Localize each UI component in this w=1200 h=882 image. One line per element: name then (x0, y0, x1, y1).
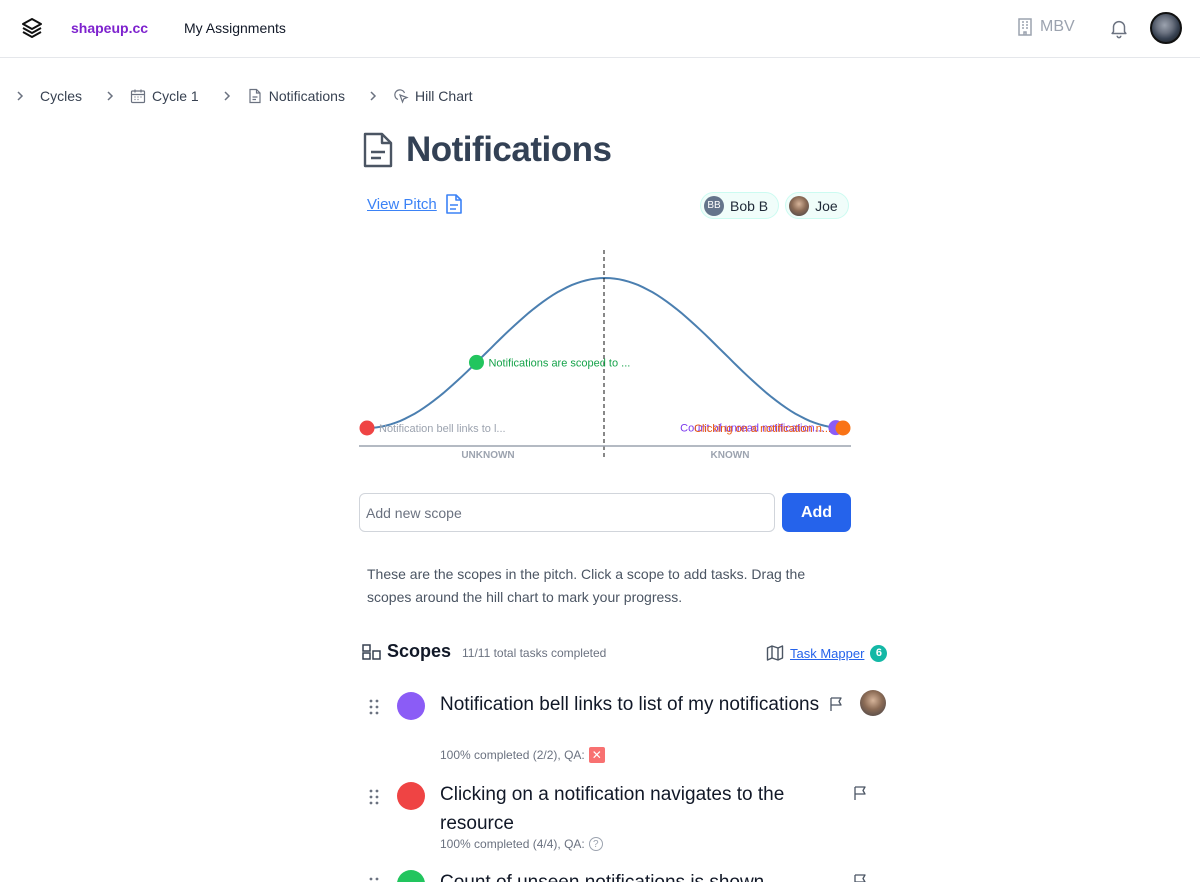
brand-link[interactable]: shapeup.cc (71, 20, 148, 36)
layers-logo-icon[interactable] (20, 16, 44, 40)
chevron-right-icon (107, 91, 114, 101)
document-icon[interactable] (445, 193, 463, 215)
document-icon (363, 132, 393, 168)
scope-item[interactable]: Count of unseen notifications is shown a… (368, 868, 888, 882)
chevron-right-icon (224, 91, 230, 101)
scope-meta: 100% completed (4/4), QA: ? (440, 837, 603, 851)
scope-name[interactable]: Count of unseen notifications is shown a… (440, 868, 820, 882)
assignees: BB Bob B Joe (700, 192, 849, 219)
scope-owner-avatar[interactable] (860, 690, 886, 716)
avatar: BB (704, 195, 724, 216)
drag-handle-icon[interactable] (368, 698, 380, 716)
view-pitch-label[interactable]: View Pitch (367, 196, 437, 213)
scope-name[interactable]: Clicking on a notification navigates to … (440, 780, 820, 838)
assignee-name: Joe (815, 197, 838, 214)
scope-color-dot (397, 782, 425, 810)
hill-scope-point[interactable] (835, 420, 851, 436)
scopes-subtitle: 11/11 total tasks completed (462, 646, 607, 660)
help-text: These are the scopes in the pitch. Click… (367, 566, 806, 605)
hill-scope-label: Notification bell links to l... (379, 423, 506, 435)
new-scope-input[interactable] (359, 493, 775, 532)
hill-scope-point[interactable] (468, 354, 484, 370)
assignee-chip[interactable]: BB Bob B (700, 192, 780, 219)
task-mapper-label[interactable]: Task Mapper (790, 646, 864, 661)
scope-meta: 100% completed (2/2), QA: ✕ (440, 747, 605, 763)
user-avatar[interactable] (1150, 12, 1182, 44)
task-mapper-count-badge: 6 (870, 644, 888, 662)
flag-icon[interactable] (852, 873, 868, 882)
drag-handle-icon[interactable] (368, 788, 380, 806)
chevron-right-icon (370, 91, 377, 101)
breadcrumb-hill-chart[interactable]: Hill Chart (393, 88, 473, 104)
org-label: MBV (1040, 18, 1075, 35)
qa-unknown-icon[interactable]: ? (588, 837, 603, 851)
scope-color-dot (397, 692, 425, 720)
assignee-name: Bob B (730, 197, 769, 214)
avatar (789, 195, 810, 216)
scope-name[interactable]: Notification bell links to list of my no… (440, 690, 820, 719)
breadcrumb: Cycles Cycle 1 Notifications Hill Chart (14, 88, 495, 104)
scope-progress-text: 100% completed (4/4), QA: (440, 837, 585, 851)
unknown-label: UNKNOWN (461, 450, 514, 461)
drag-handle-icon[interactable] (368, 876, 380, 882)
view-pitch-link[interactable]: View Pitch (367, 193, 463, 215)
document-icon (249, 88, 261, 104)
scope-color-dot (397, 870, 425, 882)
page-header: Notifications (362, 130, 612, 170)
scope-progress-text: 100% completed (2/2), QA: (440, 748, 585, 762)
bell-icon[interactable] (1108, 17, 1130, 39)
breadcrumb-cycles[interactable]: Cycles (40, 88, 82, 104)
building-icon (1018, 18, 1032, 36)
hill-chart[interactable]: UNKNOWN KNOWN Notification bell links to… (355, 245, 855, 465)
hill-scope-point[interactable] (359, 420, 375, 436)
assignee-chip[interactable]: Joe (785, 192, 849, 219)
add-scope-button[interactable]: Add (782, 493, 851, 532)
flag-icon[interactable] (852, 785, 868, 801)
hill-curve (366, 276, 844, 429)
my-assignments-link[interactable]: My Assignments (184, 20, 286, 36)
cursor-click-icon (394, 89, 409, 104)
scopes-title: Scopes (387, 641, 452, 661)
calendar-icon (130, 89, 146, 104)
scopes-icon (362, 644, 381, 660)
scopes-header: Scopes 11/11 total tasks completed Task … (362, 640, 892, 666)
scope-item[interactable]: Clicking on a notification navigates to … (368, 780, 888, 860)
org-switcher[interactable]: MBV (1016, 17, 1075, 37)
flag-icon[interactable] (828, 696, 844, 712)
known-label: KNOWN (711, 450, 750, 461)
map-icon (766, 645, 784, 661)
page-title: Notifications (406, 130, 612, 169)
breadcrumb-cycle-1[interactable]: Cycle 1 (130, 88, 199, 104)
chevron-right-icon (17, 91, 24, 101)
qa-failed-icon[interactable]: ✕ (588, 747, 605, 763)
top-nav: shapeup.cc My Assignments MBV (0, 0, 1200, 58)
hill-scope-label: Notifications are scoped to ... (488, 357, 630, 369)
breadcrumb-notifications[interactable]: Notifications (247, 88, 345, 104)
scope-item[interactable]: Notification bell links to list of my no… (368, 690, 888, 770)
task-mapper-link[interactable]: Task Mapper 6 (766, 644, 888, 662)
hill-scope-label: Clicking on a notification n... (694, 423, 831, 435)
